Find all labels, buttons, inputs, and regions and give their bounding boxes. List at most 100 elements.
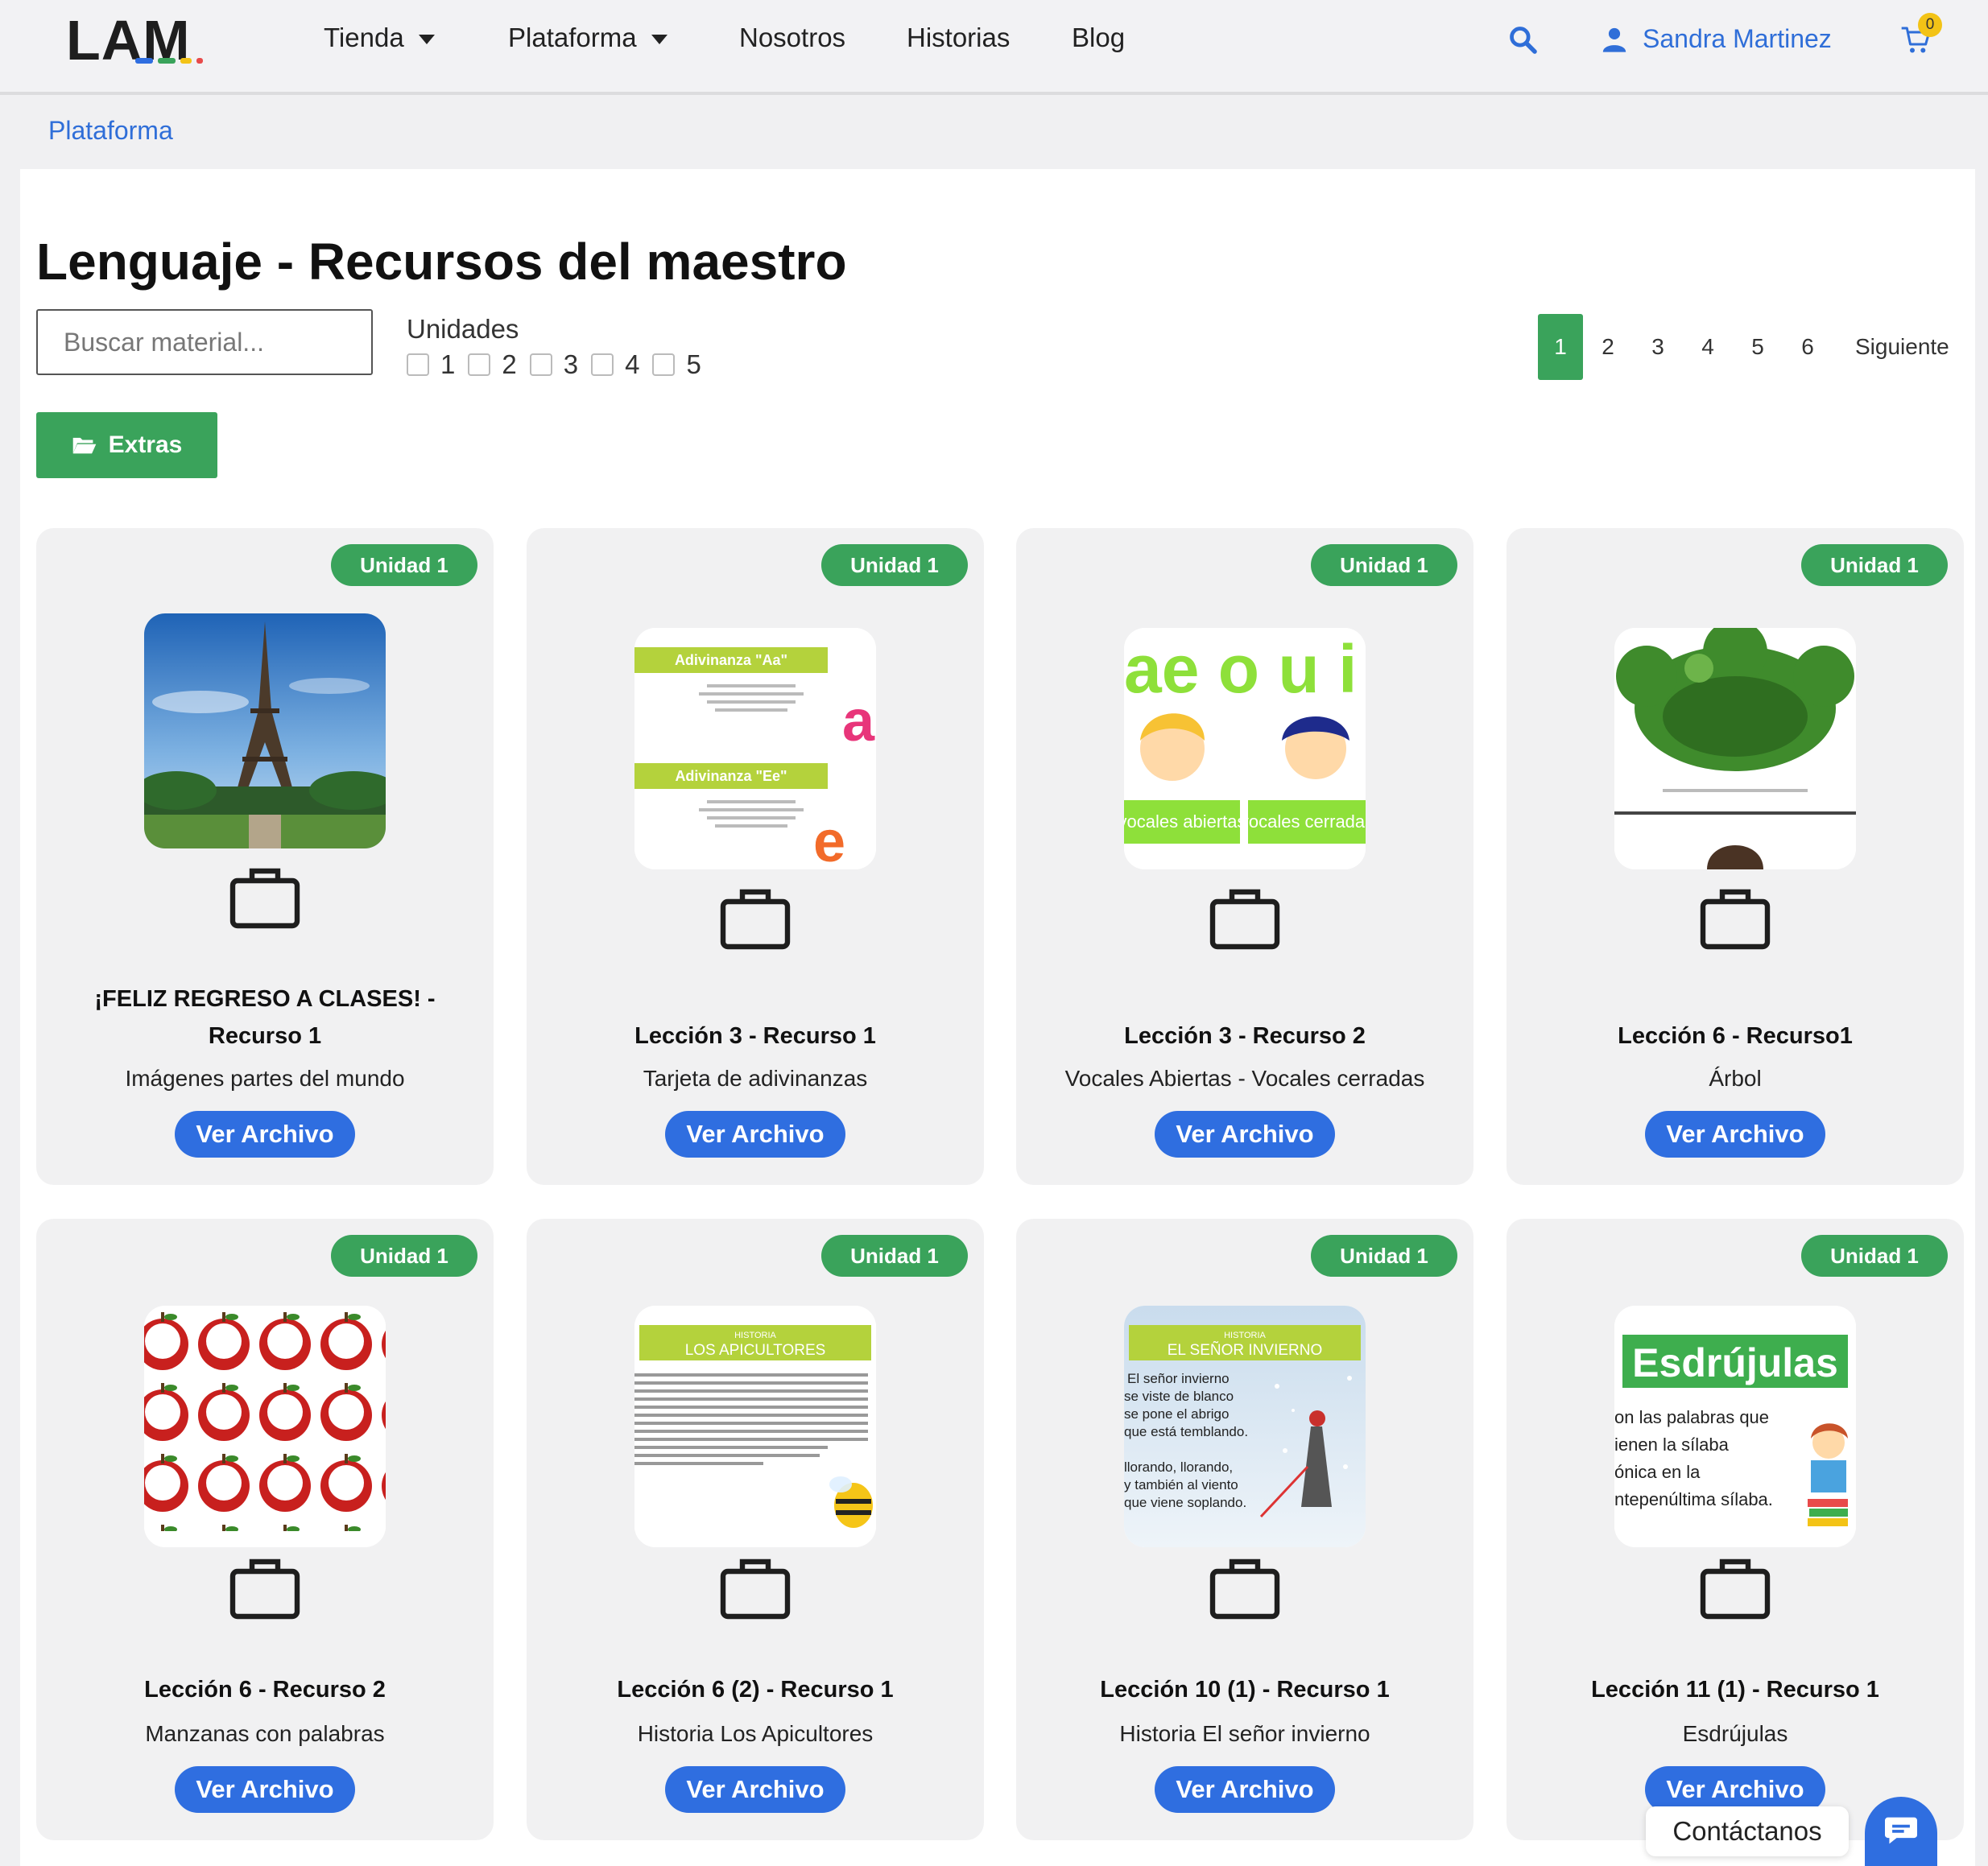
extras-label: Extras (108, 431, 183, 458)
story-line: que viene soplando. (1124, 1495, 1246, 1510)
definition-line: ónica en la (1614, 1462, 1701, 1482)
closed-vowels-label: vocales cerradas (1240, 811, 1366, 832)
card-subtitle: Vocales Abiertas - Vocales cerradas (1064, 1066, 1425, 1091)
letter-e: e (813, 810, 845, 869)
checkbox[interactable] (407, 353, 429, 376)
breadcrumb[interactable]: Plataforma (48, 116, 173, 146)
riddle-e-title: Adivinanza "Ee" (675, 768, 787, 784)
thumbnail-esdrujulas: Esdrújulas on las palabras que ienen la … (1614, 1306, 1856, 1547)
extras-button[interactable]: Extras (36, 412, 217, 478)
chat-button[interactable] (1865, 1797, 1937, 1866)
page-title: Lenguaje - Recursos del maestro (36, 233, 847, 291)
user-account-link[interactable]: Sandra Martinez (1601, 24, 1832, 54)
briefcase-icon (1209, 1558, 1280, 1620)
card-title: Lección 6 (2) - Recurso 1 (617, 1677, 894, 1703)
unit-badge: Unidad 1 (1311, 544, 1457, 586)
nav-plataforma[interactable]: Plataforma (508, 23, 667, 53)
briefcase-icon (1700, 1558, 1771, 1620)
search-input[interactable] (36, 309, 373, 375)
card-subtitle: Esdrújulas (1682, 1721, 1788, 1746)
page-2-button[interactable]: 2 (1583, 314, 1633, 380)
page-5-button[interactable]: 5 (1733, 314, 1783, 380)
unit-label: 2 (502, 349, 517, 379)
page-3-button[interactable]: 3 (1633, 314, 1683, 380)
briefcase-icon (1209, 889, 1280, 950)
unit-checkbox-2[interactable]: 2 (468, 349, 517, 380)
caret-down-icon (418, 35, 435, 44)
resource-card: Unidad 1 ¡FELIZ REGRESO A CLASES! - Recu… (36, 528, 494, 1185)
nav-label: Tienda (324, 23, 404, 52)
checkbox[interactable] (529, 353, 552, 376)
checkbox[interactable] (591, 353, 614, 376)
resource-card: Unidad 1 Lección 6 - Recurso1 Árbol Ver … (1506, 528, 1964, 1185)
chat-bubble-icon (1885, 1817, 1917, 1844)
thumbnail-vowels: ae o u i vocales abiertas vocales cerrad… (1124, 628, 1366, 869)
caret-down-icon (651, 35, 667, 44)
story-line: y también al viento (1124, 1477, 1238, 1492)
resource-card: Unidad 1 Lección 6 - Recurso 2 Manzanas … (36, 1219, 494, 1840)
nav-historias[interactable]: Historias (907, 23, 1010, 53)
view-file-button[interactable]: Ver Archivo (665, 1766, 845, 1813)
story-line: llorando, llorando, (1124, 1459, 1233, 1475)
resource-card: Unidad 1 ae o u i vocales abiertas vocal… (1016, 528, 1473, 1185)
nav-label: Historias (907, 23, 1011, 52)
pagination: 1 2 3 4 5 6 Siguiente (1538, 314, 1949, 380)
contact-us-label[interactable]: Contáctanos (1646, 1806, 1849, 1856)
riddle-a-title: Adivinanza "Aa" (675, 652, 787, 668)
page-1-button[interactable]: 1 (1538, 314, 1583, 380)
unit-checkbox-4[interactable]: 4 (591, 349, 639, 380)
card-title: Lección 3 - Recurso 1 (634, 1023, 876, 1049)
vowels-letters: ae o u i (1124, 631, 1357, 707)
view-file-button[interactable]: Ver Archivo (1645, 1111, 1825, 1158)
briefcase-icon (720, 889, 791, 950)
page-4-button[interactable]: 4 (1683, 314, 1733, 380)
unit-badge: Unidad 1 (331, 1235, 477, 1277)
view-file-button[interactable]: Ver Archivo (1155, 1111, 1335, 1158)
unit-checkbox-5[interactable]: 5 (652, 349, 701, 380)
units-filter: 1 2 3 4 5 (407, 349, 701, 380)
view-file-button[interactable]: Ver Archivo (175, 1766, 355, 1813)
story-line: que está temblando. (1124, 1424, 1248, 1439)
story-title: LOS APICULTORES (685, 1342, 826, 1359)
cart-count-badge: 0 (1918, 13, 1942, 37)
thumbnail-winter-story: HISTORIA EL SEÑOR INVIERNO El señor invi… (1124, 1306, 1366, 1547)
folder-open-icon (72, 437, 96, 454)
briefcase-icon (720, 1558, 791, 1620)
nav-tienda[interactable]: Tienda (324, 23, 435, 53)
resource-card: Unidad 1 Esdrújulas on las palabras que … (1506, 1219, 1964, 1840)
card-subtitle: Árbol (1709, 1066, 1762, 1091)
card-title-line: ¡FELIZ REGRESO A CLASES! - (94, 986, 436, 1012)
thumbnail-tree (1614, 628, 1856, 869)
checkbox[interactable] (468, 353, 491, 376)
page-6-button[interactable]: 6 (1783, 314, 1833, 380)
card-title: ¡FELIZ REGRESO A CLASES! - Recurso 1 (52, 980, 477, 1055)
view-file-button[interactable]: Ver Archivo (665, 1111, 845, 1158)
card-title: Lección 6 - Recurso1 (1618, 1023, 1853, 1049)
unit-badge: Unidad 1 (821, 1235, 968, 1277)
esdrujulas-title: Esdrújulas (1632, 1340, 1838, 1385)
view-file-button[interactable]: Ver Archivo (1155, 1766, 1335, 1813)
user-icon (1602, 27, 1626, 52)
nav-nosotros[interactable]: Nosotros (739, 23, 845, 53)
unit-label: 4 (625, 349, 640, 379)
open-vowels-label: vocales abiertas (1124, 811, 1246, 832)
definition-line: ntepenúltima sílaba. (1614, 1489, 1773, 1509)
thumbnail-eiffel-tower (144, 613, 386, 848)
card-title-line: Recurso 1 (208, 1023, 322, 1049)
nav-label: Plataforma (508, 23, 637, 52)
thumbnail-apples (144, 1306, 386, 1547)
logo-color-bars (135, 58, 203, 64)
definition-line: ienen la sílaba (1614, 1435, 1730, 1455)
next-page-button[interactable]: Siguiente (1833, 314, 1949, 380)
nav-blog[interactable]: Blog (1072, 23, 1125, 53)
card-title: Lección 3 - Recurso 2 (1124, 1023, 1366, 1049)
view-file-button[interactable]: Ver Archivo (175, 1111, 355, 1158)
briefcase-icon (229, 868, 300, 929)
search-icon[interactable] (1507, 24, 1538, 55)
checkbox[interactable] (652, 353, 676, 376)
definition-line: on las palabras que (1614, 1407, 1769, 1427)
thumbnail-beekeepers-story: HISTORIA LOS APICULTORES (634, 1306, 876, 1547)
unit-badge: Unidad 1 (1801, 544, 1948, 586)
unit-checkbox-3[interactable]: 3 (529, 349, 578, 380)
unit-checkbox-1[interactable]: 1 (407, 349, 455, 380)
